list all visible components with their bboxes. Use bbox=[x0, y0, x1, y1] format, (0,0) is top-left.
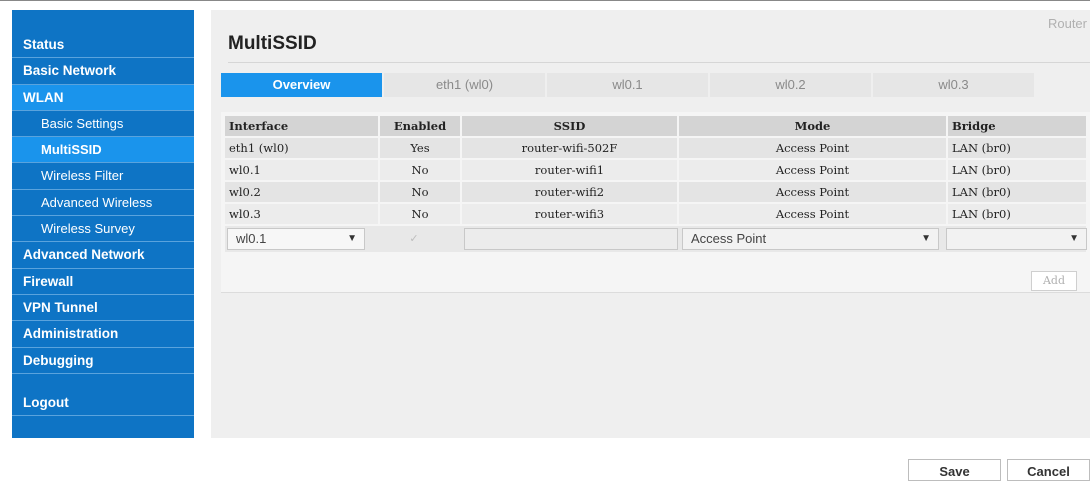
sidebar-item-advanced-wireless[interactable]: Advanced Wireless bbox=[12, 190, 194, 217]
cell-ssid: router-wifi3 bbox=[461, 202, 679, 224]
cell-interface: eth1 (wl0) bbox=[225, 136, 380, 159]
cell-interface: wl0.1 bbox=[225, 158, 380, 181]
sidebar-item-logout[interactable]: Logout bbox=[12, 390, 194, 417]
table-row[interactable]: wl0.2 No router-wifi2 Access Point LAN (… bbox=[225, 180, 1088, 203]
save-button[interactable]: Save bbox=[908, 459, 1001, 481]
table-row[interactable]: wl0.3 No router-wifi3 Access Point LAN (… bbox=[225, 202, 1088, 224]
sidebar-item-basic-settings[interactable]: Basic Settings bbox=[12, 111, 194, 138]
cell-ssid: router-wifi1 bbox=[461, 158, 679, 181]
column-header-enabled: Enabled bbox=[379, 116, 462, 137]
cell-ssid: router-wifi2 bbox=[461, 180, 679, 203]
new-entry-row: wl0.1 ▼ ✓ Access Point ▼ ▼ bbox=[225, 226, 1087, 252]
sidebar-item-vpn-tunnel[interactable]: VPN Tunnel bbox=[12, 295, 194, 322]
ssid-table: Interface Enabled SSID Mode Bridge eth1 … bbox=[225, 116, 1088, 224]
table-row[interactable]: wl0.1 No router-wifi1 Access Point LAN (… bbox=[225, 158, 1088, 181]
sidebar-item-administration[interactable]: Administration bbox=[12, 321, 194, 348]
sidebar-item-multissid[interactable]: MultiSSID bbox=[12, 137, 194, 164]
cell-ssid: router-wifi-502F bbox=[461, 136, 679, 159]
chevron-down-icon: ▼ bbox=[347, 233, 357, 244]
enabled-checkbox[interactable]: ✓ bbox=[408, 233, 420, 245]
sidebar-item-firewall[interactable]: Firewall bbox=[12, 269, 194, 295]
sidebar-item-basic-network[interactable]: Basic Network bbox=[12, 58, 194, 85]
tab-wl0-1[interactable]: wl0.1 bbox=[547, 73, 708, 97]
tab-eth1-wl0[interactable]: eth1 (wl0) bbox=[384, 73, 545, 97]
tab-wl0-2[interactable]: wl0.2 bbox=[710, 73, 871, 97]
cell-mode: Access Point bbox=[678, 136, 948, 159]
ssid-input[interactable] bbox=[464, 228, 678, 250]
tab-bar: Overview eth1 (wl0) wl0.1 wl0.2 wl0.3 bbox=[221, 73, 1036, 97]
chevron-down-icon: ▼ bbox=[921, 233, 931, 244]
top-divider bbox=[0, 0, 1090, 1]
mode-select-value: Access Point bbox=[691, 231, 767, 246]
sidebar-item-wireless-survey[interactable]: Wireless Survey bbox=[12, 216, 194, 243]
ssid-table-card: Interface Enabled SSID Mode Bridge eth1 … bbox=[221, 112, 1090, 293]
table-header-row: Interface Enabled SSID Mode Bridge bbox=[225, 116, 1088, 137]
add-button[interactable]: Add bbox=[1031, 271, 1077, 291]
column-header-mode: Mode bbox=[678, 116, 948, 137]
cancel-button[interactable]: Cancel bbox=[1007, 459, 1090, 481]
sidebar-item-wlan[interactable]: WLAN bbox=[12, 84, 194, 111]
cell-enabled: No bbox=[379, 202, 462, 224]
sidebar-item-status[interactable]: Status bbox=[12, 32, 194, 59]
cell-enabled: No bbox=[379, 180, 462, 203]
cell-bridge: LAN (br0) bbox=[947, 136, 1088, 159]
cell-bridge: LAN (br0) bbox=[947, 180, 1088, 203]
chevron-down-icon: ▼ bbox=[1069, 233, 1079, 244]
sidebar: Status Basic Network WLAN Basic Settings… bbox=[12, 10, 194, 438]
column-header-interface: Interface bbox=[225, 116, 380, 137]
content-panel: Router MultiSSID Overview eth1 (wl0) wl0… bbox=[211, 10, 1090, 438]
cell-interface: wl0.3 bbox=[225, 202, 380, 224]
cell-interface: wl0.2 bbox=[225, 180, 380, 203]
column-header-bridge: Bridge bbox=[947, 116, 1088, 137]
cell-bridge: LAN (br0) bbox=[947, 158, 1088, 181]
page-title: MultiSSID bbox=[228, 33, 317, 54]
cell-bridge: LAN (br0) bbox=[947, 202, 1088, 224]
tab-overview[interactable]: Overview bbox=[221, 73, 382, 97]
brand-label: Router bbox=[1047, 16, 1087, 31]
sidebar-item-wireless-filter[interactable]: Wireless Filter bbox=[12, 163, 194, 190]
sidebar-item-debugging[interactable]: Debugging bbox=[12, 348, 194, 374]
cell-mode: Access Point bbox=[678, 202, 948, 224]
bridge-select[interactable]: ▼ bbox=[946, 228, 1087, 250]
title-divider bbox=[228, 62, 1090, 63]
interface-select-value: wl0.1 bbox=[236, 231, 267, 246]
table-row[interactable]: eth1 (wl0) Yes router-wifi-502F Access P… bbox=[225, 136, 1088, 159]
tab-wl0-3[interactable]: wl0.3 bbox=[873, 73, 1034, 97]
cell-mode: Access Point bbox=[678, 180, 948, 203]
cell-mode: Access Point bbox=[678, 158, 948, 181]
column-header-ssid: SSID bbox=[461, 116, 679, 137]
interface-select[interactable]: wl0.1 ▼ bbox=[227, 228, 365, 250]
mode-select[interactable]: Access Point ▼ bbox=[682, 228, 939, 250]
sidebar-item-advanced-network[interactable]: Advanced Network bbox=[12, 242, 194, 269]
cell-enabled: Yes bbox=[379, 136, 462, 159]
cell-enabled: No bbox=[379, 158, 462, 181]
